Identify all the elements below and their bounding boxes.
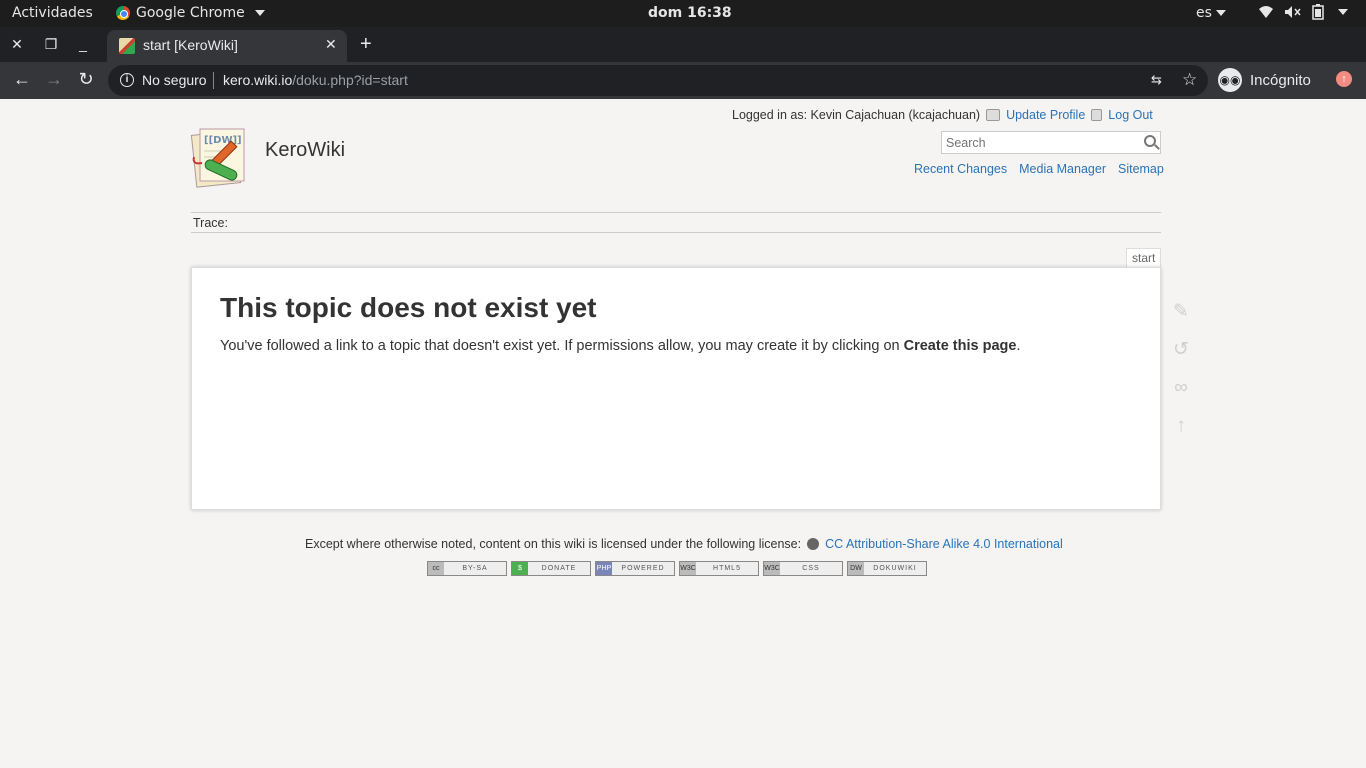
license-text: Except where otherwise noted, content on…	[305, 537, 802, 551]
language-label: es	[1196, 5, 1212, 21]
link-icon[interactable]: ∞	[1170, 377, 1192, 399]
badge-right: DONATE	[541, 565, 577, 572]
badge-left: cc	[428, 562, 444, 575]
badge-cc-by-sa[interactable]: cc BY-SA	[427, 561, 507, 576]
page-content: This topic does not exist yet You've fol…	[191, 267, 1161, 510]
url-text[interactable]: kero.wiki.io/doku.php?id=start	[223, 72, 408, 88]
address-bar[interactable]: i No seguro kero.wiki.io/doku.php?id=sta…	[108, 65, 1208, 96]
activities-button[interactable]: Actividades	[12, 5, 93, 21]
badge-left: PHP	[596, 562, 612, 575]
badge-left: $	[512, 562, 528, 575]
recent-changes-link[interactable]: Recent Changes	[914, 162, 1007, 176]
message-text: You've followed a link to a topic that d…	[220, 338, 904, 354]
page-message: You've followed a link to a topic that d…	[220, 338, 1020, 354]
user-tools: Logged in as: Kevin Cajachuan (kcajachua…	[732, 108, 1153, 122]
security-label[interactable]: No seguro	[142, 72, 207, 88]
battery-icon	[1312, 4, 1324, 20]
tab-strip: ✕ ❐ _ start [KeroWiki] ✕ +	[0, 27, 1366, 62]
system-tray[interactable]	[1258, 4, 1348, 20]
site-tools: Recent Changes Media Manager Sitemap	[914, 162, 1164, 176]
url-host: kero.wiki.io	[223, 72, 293, 88]
message-suffix: .	[1016, 338, 1021, 354]
back-to-top-icon[interactable]: ↑	[1170, 415, 1192, 437]
logged-in-text: Logged in as: Kevin Cajachuan (kcajachua…	[732, 108, 981, 122]
tab-close-icon[interactable]: ✕	[325, 36, 337, 53]
page-tools: ✎ ↺ ∞ ↑	[1170, 301, 1192, 453]
incognito-label: Incógnito	[1250, 71, 1311, 89]
search-icon[interactable]	[1144, 135, 1156, 147]
trace-label: Trace:	[193, 216, 228, 230]
update-profile-link[interactable]: Update Profile	[1006, 108, 1085, 122]
license-link[interactable]: CC Attribution-Share Alike 4.0 Internati…	[825, 537, 1063, 551]
badge-php-powered[interactable]: PHP POWERED	[595, 561, 675, 576]
media-manager-link[interactable]: Media Manager	[1019, 162, 1106, 176]
edit-pencil-icon[interactable]: ✎	[1170, 301, 1192, 323]
badge-w3c-css[interactable]: W3C CSS	[763, 561, 843, 576]
tab-active[interactable]: start [KeroWiki] ✕	[107, 30, 347, 62]
sitemap-link[interactable]: Sitemap	[1118, 162, 1164, 176]
badge-right: BY-SA	[462, 565, 488, 572]
badge-right: DOKUWIKI	[873, 565, 917, 572]
app-menu[interactable]: Google Chrome	[116, 5, 265, 21]
chrome-icon	[116, 6, 130, 20]
footer-badges: cc BY-SA $ DONATE PHP POWERED W3C HTML5 W3C C…	[427, 561, 927, 576]
page-id-tab[interactable]: start	[1126, 248, 1162, 268]
app-menu-label: Google Chrome	[136, 5, 245, 21]
svg-text:[[DW]]: [[DW]]	[204, 135, 242, 146]
window-close-icon[interactable]: ✕	[8, 35, 26, 53]
breadcrumb-trace: Trace:	[191, 212, 1161, 233]
window-minimize-icon[interactable]: _	[74, 35, 92, 53]
translate-icon[interactable]: ⇆	[1151, 72, 1162, 88]
window-restore-icon[interactable]: ❐	[42, 35, 60, 53]
badge-left: W3C	[764, 562, 780, 575]
site-title[interactable]: KeroWiki	[265, 139, 345, 162]
tab-title: start [KeroWiki]	[143, 37, 238, 53]
chevron-down-icon	[1215, 10, 1226, 16]
clock[interactable]: dom 16:38	[648, 5, 732, 21]
new-tab-icon[interactable]: +	[360, 33, 372, 56]
badge-right: HTML5	[713, 565, 741, 572]
history-icon[interactable]: ↺	[1170, 339, 1192, 361]
update-icon[interactable]: ↑	[1336, 71, 1352, 87]
create-page-link[interactable]: Create this page	[904, 338, 1017, 354]
badge-w3c-html5[interactable]: W3C HTML5	[679, 561, 759, 576]
address-separator	[213, 72, 214, 89]
forward-icon[interactable]: →	[43, 69, 65, 90]
wiki-page: Logged in as: Kevin Cajachuan (kcajachua…	[0, 99, 1366, 768]
badge-dokuwiki[interactable]: DW DOKUWIKI	[847, 561, 927, 576]
chevron-down-icon	[254, 10, 265, 16]
system-top-bar: Actividades Google Chrome dom 16:38 es	[0, 0, 1366, 27]
volume-muted-icon	[1285, 6, 1301, 18]
globe-icon	[807, 538, 820, 550]
browser-toolbar: ← → ↻ i No seguro kero.wiki.io/doku.php?…	[0, 62, 1366, 99]
language-menu[interactable]: es	[1196, 5, 1226, 21]
dokuwiki-logo[interactable]: [[DW]]	[190, 125, 256, 191]
back-icon[interactable]: ←	[11, 69, 33, 90]
badge-left: W3C	[680, 562, 696, 575]
badge-donate[interactable]: $ DONATE	[511, 561, 591, 576]
log-out-link[interactable]: Log Out	[1108, 108, 1152, 122]
info-icon[interactable]: i	[120, 73, 134, 87]
badge-right: CSS	[802, 565, 820, 572]
search-box	[941, 131, 1161, 154]
badge-right: POWERED	[621, 565, 665, 572]
search-input[interactable]	[942, 132, 1132, 153]
kerowiki-favicon-icon	[119, 38, 135, 54]
chevron-down-icon	[1338, 9, 1348, 15]
license-footer: Except where otherwise noted, content on…	[305, 537, 1063, 551]
incognito-icon: ◉◉	[1218, 68, 1242, 92]
incognito-indicator[interactable]: ◉◉ Incógnito	[1218, 67, 1311, 93]
page-heading: This topic does not exist yet	[220, 292, 597, 323]
badge-left: DW	[848, 562, 864, 575]
wifi-icon	[1259, 6, 1273, 18]
url-path: /doku.php?id=start	[292, 72, 408, 88]
logout-icon	[1091, 109, 1103, 121]
bookmark-star-icon[interactable]: ☆	[1182, 70, 1197, 90]
profile-icon	[986, 109, 1001, 121]
page-id-label: start	[1132, 251, 1156, 265]
reload-icon[interactable]: ↻	[75, 69, 97, 90]
